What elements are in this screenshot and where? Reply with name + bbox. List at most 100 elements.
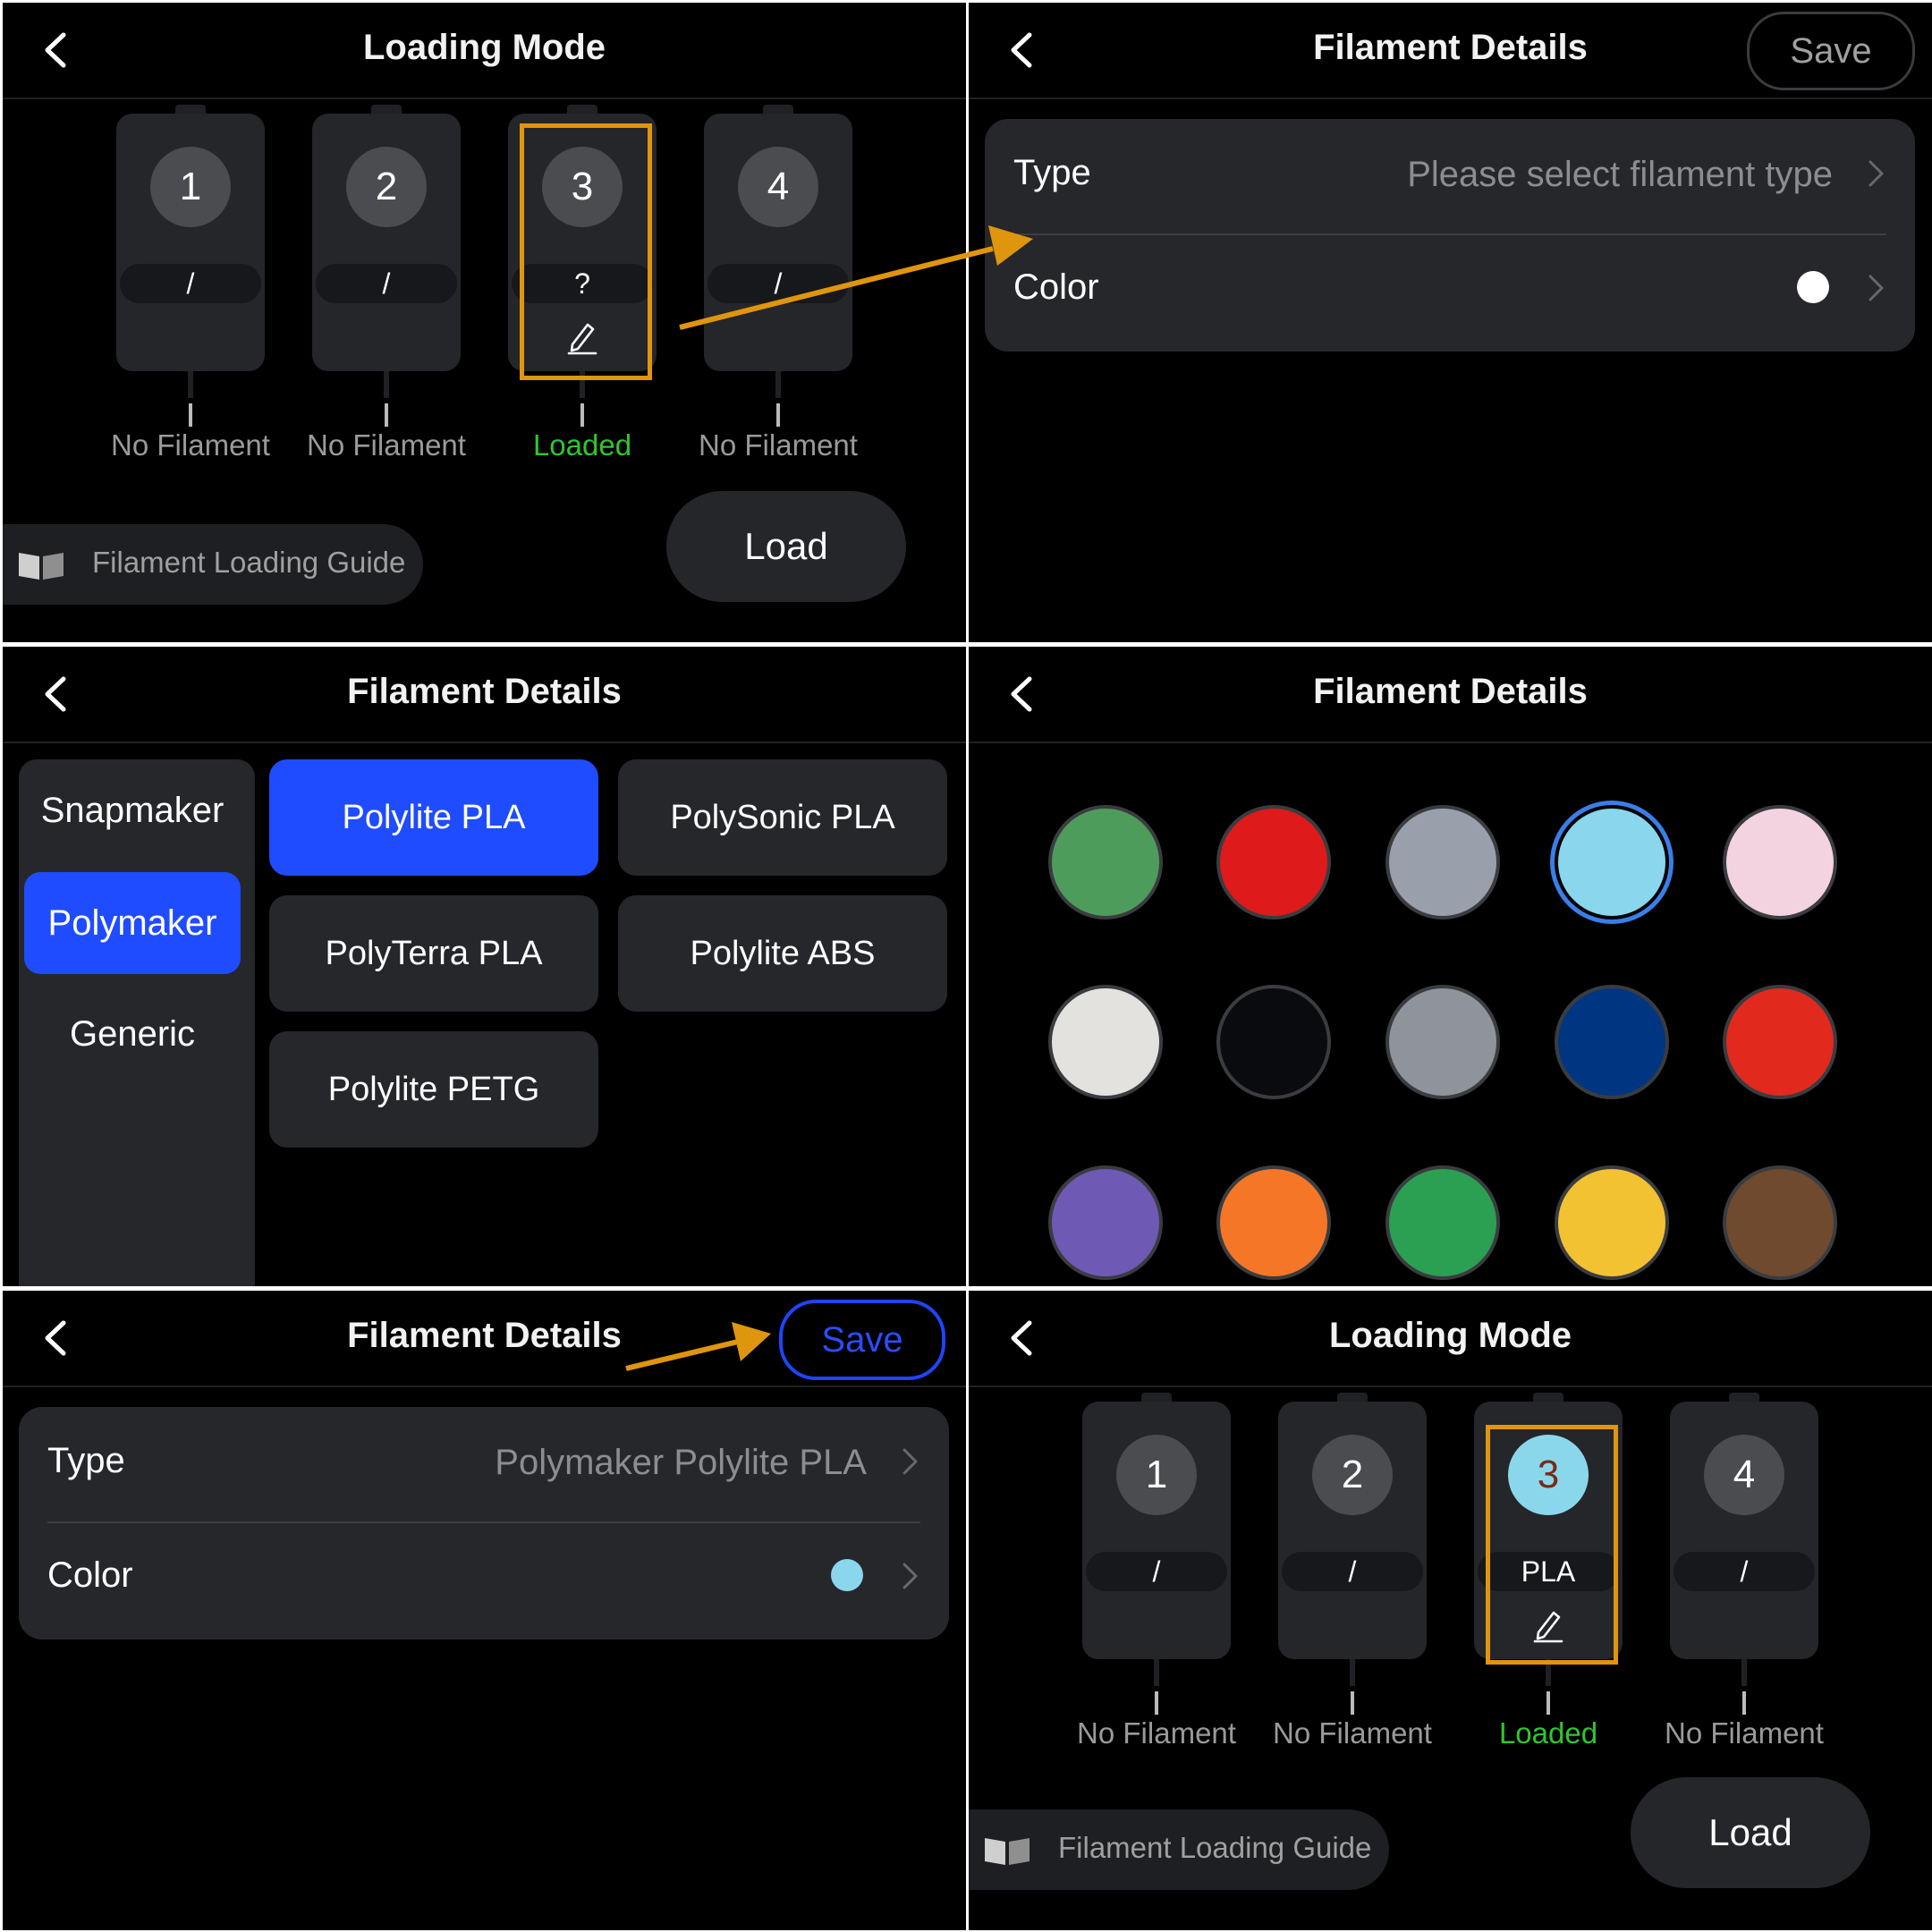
slot-status: Loaded (1498, 1716, 1598, 1750)
slot-1[interactable]: 1 / No Filament (1077, 1393, 1236, 1750)
filament-loading-guide-button[interactable]: Filament Loading Guide (969, 1809, 1389, 1890)
book-icon (17, 549, 65, 581)
loading-mode-panel-1: Loading Mode 1 / No Filament 2 / No Fila… (3, 3, 966, 642)
color-swatch[interactable] (1385, 805, 1500, 919)
slot-number: 2 (346, 147, 427, 227)
slot-tube (1351, 1691, 1354, 1715)
type-row[interactable]: Type Polymaker Polylite PLA (47, 1407, 920, 1511)
header: Filament Details (3, 647, 966, 743)
type-label: Type (1013, 153, 1091, 192)
page-title: Filament Details (1313, 672, 1588, 711)
slot-number: 1 (150, 147, 231, 227)
slot-tube (580, 403, 584, 427)
filament-type-panel: Filament Details Snapmaker Polymaker Gen… (3, 647, 966, 1286)
highlight-box (1486, 1425, 1618, 1665)
slot-4[interactable]: 4 / No Filament (1665, 1393, 1824, 1750)
color-swatch[interactable] (1555, 1165, 1669, 1280)
slot-status: No Filament (699, 428, 858, 462)
color-swatch[interactable] (1048, 805, 1163, 919)
slot-2[interactable]: 2 / No Filament (1273, 1393, 1432, 1750)
page-title: Filament Details (347, 672, 622, 711)
slot-tube (1742, 1691, 1746, 1715)
slot-stem (384, 371, 389, 398)
chevron-right-icon (901, 1561, 920, 1591)
brand-list: Snapmaker Polymaker Generic (19, 759, 255, 1286)
color-row[interactable]: Color (1013, 233, 1886, 337)
slot-material: / (1282, 1552, 1423, 1591)
slot-number: 1 (1116, 1435, 1197, 1515)
save-button[interactable]: Save (779, 1300, 945, 1380)
slot-tube (1546, 1691, 1550, 1715)
slot-material: / (316, 264, 457, 303)
brand-polymaker[interactable]: Polymaker (24, 872, 241, 974)
page-title: Loading Mode (1328, 1316, 1572, 1355)
color-swatch[interactable] (1048, 1165, 1163, 1280)
guide-label: Filament Loading Guide (92, 546, 406, 579)
details-card: Type Please select filament type Color (985, 119, 1915, 352)
slot-material: / (708, 264, 849, 303)
type-value: Please select filament type (1407, 155, 1833, 194)
color-dot (831, 1559, 863, 1591)
page-title: Loading Mode (362, 28, 606, 67)
color-swatch[interactable] (1555, 985, 1669, 1099)
slot-number: 4 (1704, 1435, 1784, 1515)
slot-status: No Filament (307, 428, 466, 462)
slot-material: / (1086, 1552, 1227, 1591)
slot-status: No Filament (1273, 1716, 1432, 1750)
slot-tube (1155, 1691, 1158, 1715)
filament-details-panel-empty: Filament Details Save Type Please select… (969, 3, 1932, 642)
slot-number: 4 (738, 147, 818, 227)
color-swatch[interactable] (1723, 985, 1837, 1099)
filament-color-panel: Filament Details (969, 647, 1932, 1286)
slot-stem (1741, 1659, 1747, 1686)
type-value: Polymaker Polylite PLA (495, 1443, 867, 1482)
filament-details-panel-filled: Filament Details Save Type Polymaker Pol… (3, 1291, 966, 1930)
details-card: Type Polymaker Polylite PLA Color (19, 1407, 949, 1640)
filament-loading-guide-button[interactable]: Filament Loading Guide (3, 524, 423, 605)
slot-stem (1350, 1659, 1355, 1686)
color-label: Color (1013, 267, 1099, 307)
slot-stem (775, 371, 781, 398)
color-swatch[interactable] (1216, 985, 1331, 1099)
color-swatch[interactable] (1048, 985, 1163, 1099)
brand-snapmaker[interactable]: Snapmaker (24, 759, 241, 861)
highlight-box (520, 123, 652, 380)
slot-tube (189, 403, 192, 427)
slot-2[interactable]: 2 / No Filament (307, 105, 466, 462)
type-polylite-petg[interactable]: Polylite PETG (269, 1031, 598, 1148)
color-swatch[interactable] (1555, 805, 1669, 919)
slot-1[interactable]: 1 / No Filament (111, 105, 270, 462)
slot-material: / (1674, 1552, 1815, 1591)
color-label: Color (47, 1555, 133, 1595)
type-row[interactable]: Type Please select filament type (1013, 119, 1886, 223)
slot-number: 2 (1312, 1435, 1393, 1515)
slot-4[interactable]: 4 / No Filament (699, 105, 858, 462)
load-button[interactable]: Load (666, 491, 906, 602)
type-label: Type (47, 1441, 125, 1480)
slot-status: No Filament (111, 428, 270, 462)
header: Filament Details Save (969, 3, 1932, 99)
color-swatch[interactable] (1723, 1165, 1837, 1280)
color-swatch[interactable] (1723, 805, 1837, 919)
type-polylite-abs[interactable]: Polylite ABS (618, 895, 947, 1012)
save-button[interactable]: Save (1747, 12, 1915, 90)
book-icon (983, 1835, 1031, 1867)
header: Filament Details Save (3, 1291, 966, 1387)
slot-status: No Filament (1665, 1716, 1824, 1750)
color-swatch[interactable] (1385, 1165, 1500, 1280)
header: Loading Mode (3, 3, 966, 99)
type-polyterra-pla[interactable]: PolyTerra PLA (269, 895, 598, 1012)
guide-label: Filament Loading Guide (1058, 1831, 1372, 1864)
color-row[interactable]: Color (47, 1521, 920, 1625)
type-polylite-pla[interactable]: Polylite PLA (269, 759, 598, 876)
slot-status: Loaded (532, 428, 632, 462)
load-button[interactable]: Load (1631, 1777, 1870, 1888)
slot-status: No Filament (1077, 1716, 1236, 1750)
color-swatch[interactable] (1216, 805, 1331, 919)
slot-tube (776, 403, 780, 427)
color-swatch[interactable] (1216, 1165, 1331, 1280)
brand-generic[interactable]: Generic (24, 983, 241, 1085)
color-dot (1797, 271, 1829, 303)
color-swatch[interactable] (1385, 985, 1500, 1099)
type-polysonic-pla[interactable]: PolySonic PLA (618, 759, 947, 876)
